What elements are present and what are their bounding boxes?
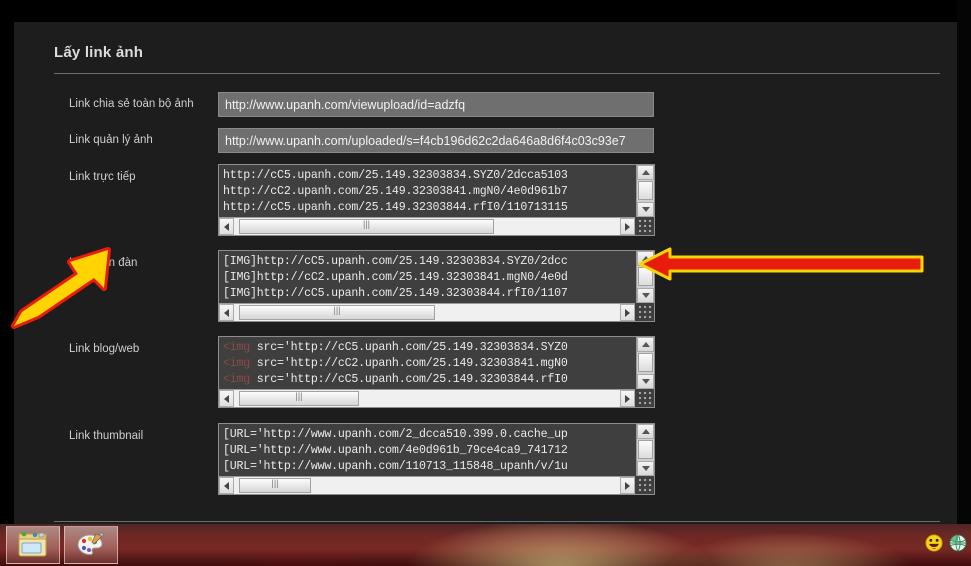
taskbar-button-notepad[interactable] [6,526,60,564]
vertical-scrollbar[interactable] [636,424,654,476]
paint-palette-icon [77,532,105,556]
text-line: [IMG]http://cC5.upanh.com/25.149.3230384… [223,287,568,300]
html-tag-token: <img [223,341,251,354]
scroll-right-icon[interactable] [620,304,635,321]
label-thumbnail: Link thumbnail [69,430,144,442]
taskbar-background [0,524,971,566]
bottom-divider [54,521,940,522]
text-line: <img src='http://cC2.upanh.com/25.149.32… [223,356,635,372]
scroll-down-icon[interactable] [637,288,654,303]
text-rest: src='http://cC5.upanh.com/25.149.3230384… [250,373,568,386]
window-frame-right [957,0,971,524]
blogweb-link-content: <img src='http://cC5.upanh.com/25.149.32… [219,337,635,389]
resize-grip-icon[interactable] [637,390,653,406]
text-line: http://cC5.upanh.com/25.149.32303844.rfI… [223,201,568,214]
label-direct: Link trực tiếp [69,171,136,183]
forum-link-content: [IMG]http://cC5.upanh.com/25.149.3230383… [219,251,635,303]
horizontal-scroll-thumb[interactable] [239,219,494,234]
text-rest: src='http://cC5.upanh.com/25.149.3230383… [250,341,568,354]
scroll-right-icon[interactable] [620,477,635,494]
resize-grip-icon[interactable] [637,218,653,234]
vertical-scroll-thumb[interactable] [638,440,653,459]
scroll-left-icon[interactable] [219,218,234,235]
vertical-scrollbar[interactable] [636,251,654,303]
taskbar-button-paint[interactable] [64,526,118,564]
vertical-scroll-thumb[interactable] [638,353,653,372]
scroll-left-icon[interactable] [219,304,234,321]
scroll-left-icon[interactable] [219,477,234,494]
manage-link-input[interactable] [218,128,654,153]
vertical-scrollbar[interactable] [636,165,654,217]
text-line: [URL='http://www.upanh.com/2_dcca510.399… [223,428,568,441]
blogweb-link-textarea[interactable]: <img src='http://cC5.upanh.com/25.149.32… [218,336,655,408]
upload-links-panel: Lấy link ảnh Link chia sẻ toàn bộ ảnh Li… [14,22,957,524]
html-tag-token: <img [223,357,251,370]
screen: Lấy link ảnh Link chia sẻ toàn bộ ảnh Li… [0,0,971,566]
direct-link-content: http://cC5.upanh.com/25.149.32303834.SYZ… [219,165,635,217]
globe-icon[interactable] [949,534,967,552]
scroll-up-icon[interactable] [637,165,654,180]
scroll-down-icon[interactable] [637,461,654,476]
resize-grip-icon[interactable] [637,304,653,320]
scroll-down-icon[interactable] [637,202,654,217]
smiley-face-icon[interactable] [925,534,943,552]
label-forum: Link diễn đàn [69,257,138,269]
text-line: <img src='http://cC5.upanh.com/25.149.32… [223,340,635,356]
page-title: Lấy link ảnh [54,44,144,61]
scroll-down-icon[interactable] [637,374,654,389]
windows-taskbar [0,524,971,566]
share-all-link-input[interactable] [218,92,654,117]
horizontal-scroll-thumb[interactable] [239,478,311,493]
system-tray [925,534,967,552]
resize-grip-icon[interactable] [637,477,653,493]
label-blogweb: Link blog/web [69,343,140,355]
window-frame-left [0,0,14,566]
vertical-scroll-thumb[interactable] [638,267,653,286]
scroll-up-icon[interactable] [637,337,654,352]
text-line: [IMG]http://cC2.upanh.com/25.149.3230384… [223,271,568,284]
text-line: [URL='http://www.upanh.com/4e0d961b_79ce… [223,444,568,457]
label-share-all: Link chia sẻ toàn bộ ảnh [69,98,194,110]
thumbnail-link-content: [URL='http://www.upanh.com/2_dcca510.399… [219,424,635,476]
horizontal-scrollbar[interactable] [219,476,635,494]
text-line: <img src='http://cC5.upanh.com/25.149.32… [223,372,635,388]
scroll-left-icon[interactable] [219,390,234,407]
html-tag-token: <img [223,373,251,386]
vertical-scrollbar[interactable] [636,337,654,389]
label-manage: Link quản lý ảnh [69,134,153,146]
horizontal-scrollbar[interactable] [219,217,635,235]
title-divider [54,73,940,74]
vertical-scroll-thumb[interactable] [638,181,653,200]
window-frame-top [0,0,971,22]
thumbnail-link-textarea[interactable]: [URL='http://www.upanh.com/2_dcca510.399… [218,423,655,495]
scroll-up-icon[interactable] [637,424,654,439]
forum-link-textarea[interactable]: [IMG]http://cC5.upanh.com/25.149.3230383… [218,250,655,322]
text-line: http://cC2.upanh.com/25.149.32303841.mgN… [223,185,568,198]
scroll-right-icon[interactable] [620,390,635,407]
direct-link-textarea[interactable]: http://cC5.upanh.com/25.149.32303834.SYZ… [218,164,655,236]
text-line: [URL='http://www.upanh.com/110713_115848… [223,460,568,473]
horizontal-scroll-thumb[interactable] [239,391,359,406]
notepad-folder-icon [18,531,47,557]
horizontal-scrollbar[interactable] [219,303,635,321]
scroll-right-icon[interactable] [620,218,635,235]
horizontal-scrollbar[interactable] [219,389,635,407]
text-line: [IMG]http://cC5.upanh.com/25.149.3230383… [223,255,568,268]
text-rest: src='http://cC2.upanh.com/25.149.3230384… [250,357,568,370]
horizontal-scroll-thumb[interactable] [239,305,435,320]
text-line: http://cC5.upanh.com/25.149.32303834.SYZ… [223,169,568,182]
scroll-up-icon[interactable] [637,251,654,266]
